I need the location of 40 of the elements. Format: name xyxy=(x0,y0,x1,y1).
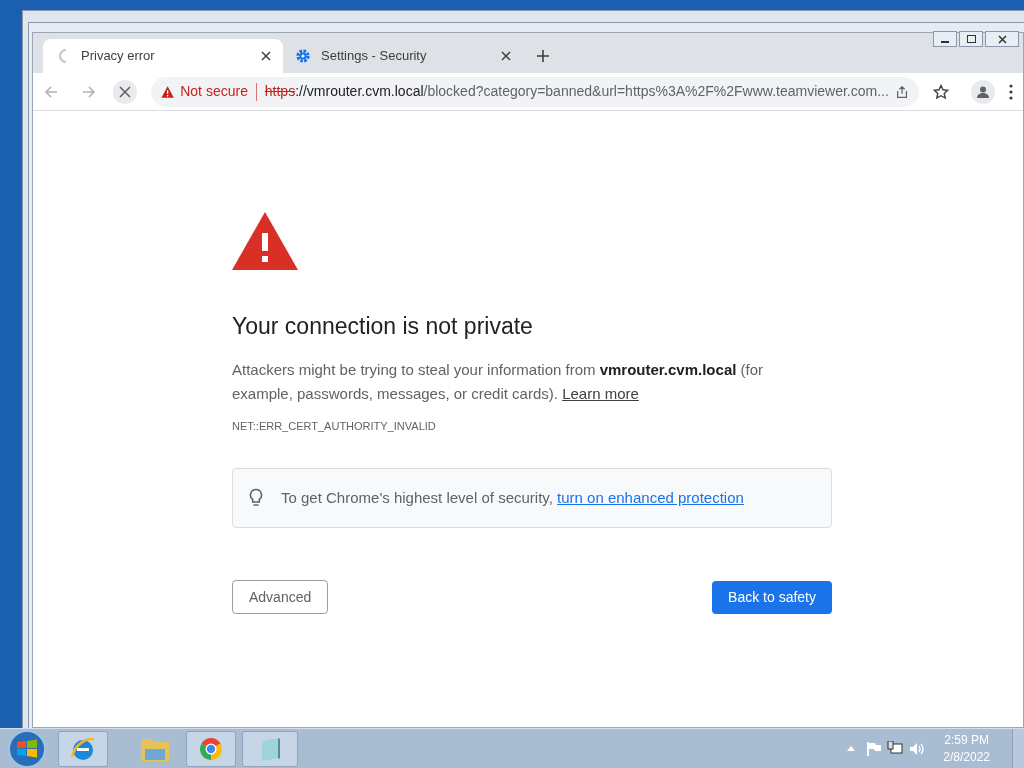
url-text[interactable]: https://vmrouter.cvm.local/blocked?category=banned&url=https%3A%2F%2Fwww.teamviewer.com... xyxy=(264,81,889,102)
back-to-safety-button[interactable]: Back to safety xyxy=(712,580,832,614)
person-icon xyxy=(976,84,990,99)
profile-button[interactable] xyxy=(971,79,995,104)
network-icon[interactable] xyxy=(887,741,904,756)
taskbar-button[interactable] xyxy=(58,730,108,767)
new-tab-icon[interactable] xyxy=(537,50,549,62)
close-icon[interactable] xyxy=(501,51,511,61)
menu-icon[interactable] xyxy=(1009,83,1013,100)
enhanced-protection-link[interactable]: turn on enhanced protection xyxy=(557,488,744,506)
start-button[interactable] xyxy=(8,729,46,768)
share-icon[interactable] xyxy=(894,83,909,100)
browser-tab[interactable]: Privacy error xyxy=(43,39,283,73)
tip-text: To get Chrome's highest level of security, turn on enhanced protection xyxy=(281,487,744,508)
page-heading: Your connection is not private xyxy=(232,312,534,341)
star-icon[interactable] xyxy=(933,83,949,100)
warning-icon xyxy=(161,84,175,99)
learn-more-link[interactable]: Learn more xyxy=(562,384,639,402)
taskbar-button[interactable] xyxy=(186,730,236,767)
close-button[interactable] xyxy=(985,31,1019,47)
restore-button[interactable] xyxy=(959,31,983,47)
minimize-icon xyxy=(941,41,949,43)
windows-logo-icon xyxy=(16,738,38,759)
security-label[interactable]: Not secure xyxy=(180,81,248,102)
advanced-button[interactable]: Advanced xyxy=(232,580,329,614)
address-bar[interactable]: Not secure https://vmrouter.cvm.local/blocked?category=banned&url=https%3A%2F%2Fwww.teamviewer.com... xyxy=(151,76,919,107)
gear-icon xyxy=(295,48,311,64)
lightbulb-icon xyxy=(249,488,263,508)
minimize-button[interactable] xyxy=(933,31,957,47)
tab-title: Settings - Security xyxy=(321,47,428,66)
restore-icon xyxy=(966,35,976,43)
stop-button[interactable] xyxy=(113,79,137,104)
loading-spinner-icon xyxy=(59,49,67,63)
error-message: Attackers might be trying to steal your information from vmrouter.cvm.local (for example, passwords, messages, or credit cards). Learn more xyxy=(232,359,765,404)
error-code: NET::ERR_CERT_AUTHORITY_INVALID xyxy=(232,418,437,434)
warning-icon xyxy=(232,212,298,270)
close-icon xyxy=(997,34,1007,44)
tab-title: Privacy error xyxy=(81,47,156,66)
close-icon xyxy=(119,85,131,98)
close-icon[interactable] xyxy=(261,51,271,61)
